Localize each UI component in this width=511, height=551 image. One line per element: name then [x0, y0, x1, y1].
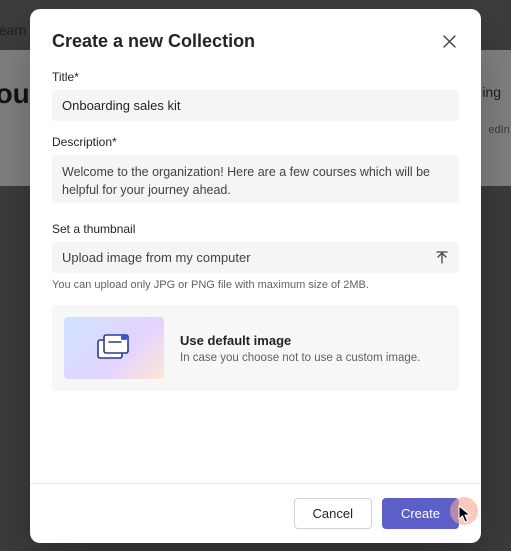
create-button[interactable]: Create: [382, 498, 459, 529]
upload-icon: [435, 251, 449, 265]
title-input[interactable]: [52, 90, 459, 121]
default-desc: In case you choose not to use a custom i…: [180, 352, 420, 364]
collection-icon: [97, 334, 131, 362]
description-label: Description*: [52, 135, 459, 149]
create-collection-modal: Create a new Collection Title* Descripti…: [30, 9, 481, 543]
default-title: Use default image: [180, 333, 420, 348]
default-thumbnail: [64, 317, 164, 379]
upload-hint: You can upload only JPG or PNG file with…: [52, 279, 459, 291]
description-input[interactable]: Welcome to the organization! Here are a …: [52, 155, 459, 203]
thumbnail-label: Set a thumbnail: [52, 222, 459, 236]
default-image-card[interactable]: Use default image In case you choose not…: [52, 305, 459, 391]
cancel-button[interactable]: Cancel: [294, 498, 372, 529]
upload-label: Upload image from my computer: [62, 250, 251, 265]
upload-button[interactable]: Upload image from my computer: [52, 242, 459, 273]
default-text: Use default image In case you choose not…: [180, 333, 420, 364]
close-icon: [443, 35, 456, 48]
modal-body: Create a new Collection Title* Descripti…: [30, 9, 481, 483]
close-button[interactable]: [439, 32, 459, 52]
modal-header: Create a new Collection: [52, 31, 459, 52]
modal-title: Create a new Collection: [52, 31, 255, 52]
title-label: Title*: [52, 70, 459, 84]
modal-footer: Cancel Create: [30, 483, 481, 543]
